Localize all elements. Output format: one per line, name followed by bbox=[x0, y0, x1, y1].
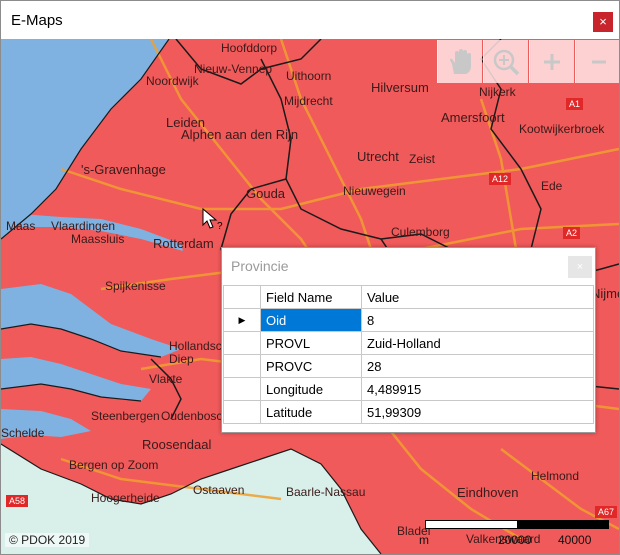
zoom-minus-icon bbox=[592, 60, 606, 64]
column-header-value[interactable]: Value bbox=[361, 285, 594, 309]
place-label: Maas bbox=[6, 219, 36, 233]
row-selector[interactable] bbox=[223, 354, 261, 378]
place-label: Ede bbox=[541, 179, 563, 193]
place-label: Zeist bbox=[409, 152, 436, 166]
place-label: Hilversum bbox=[371, 80, 429, 95]
pan-button[interactable] bbox=[437, 40, 482, 83]
info-dialog: Provincie × Field Name Value ▶ Oid 8 PRO… bbox=[221, 247, 596, 433]
zoom-plus-icon bbox=[544, 54, 560, 70]
place-label: Schelde bbox=[1, 426, 45, 440]
place-label: Eindhoven bbox=[457, 485, 519, 500]
row-selector-arrow-icon[interactable]: ▶ bbox=[223, 308, 261, 332]
svg-text:?: ? bbox=[217, 221, 223, 232]
scale-segment-white bbox=[425, 520, 519, 529]
field-name-cell[interactable]: Latitude bbox=[260, 400, 362, 424]
copyright-label: © PDOK 2019 bbox=[5, 533, 90, 547]
place-label: Hoofddorp bbox=[221, 41, 278, 55]
place-label: Rotterdam bbox=[153, 236, 214, 251]
place-label: Spijkenisse bbox=[105, 279, 166, 293]
place-label: Hoogerheide bbox=[91, 491, 160, 505]
road-shield: A1 bbox=[566, 98, 584, 110]
road-shield: A2 bbox=[563, 227, 581, 239]
place-label: Helmond bbox=[531, 469, 580, 483]
place-label: Nieuw-Vennep bbox=[194, 62, 273, 76]
place-label: Gouda bbox=[246, 186, 286, 201]
place-label: Kootwijkerbroek bbox=[519, 122, 605, 136]
road-shield: A12 bbox=[489, 173, 512, 185]
zoom-in-button[interactable] bbox=[529, 40, 574, 83]
app-window: E-Maps × Hoofddorp Nieuw-Vennep Noordwij… bbox=[0, 0, 620, 555]
grid-row[interactable]: Longitude 4,489915 bbox=[223, 377, 594, 401]
place-label: Noordwijk bbox=[146, 74, 199, 88]
grid-row[interactable]: PROVC 28 bbox=[223, 354, 594, 378]
place-label: Baarle-Nassau bbox=[286, 485, 366, 499]
place-label: Nieuwegein bbox=[343, 184, 406, 198]
place-label: Utrecht bbox=[357, 149, 399, 164]
row-selector[interactable] bbox=[223, 331, 261, 355]
place-label: Vlakte bbox=[149, 372, 183, 386]
attribute-grid: Field Name Value ▶ Oid 8 PROVL Zuid-Holl… bbox=[223, 285, 594, 424]
row-header-corner bbox=[223, 285, 261, 309]
place-label: Roosendaal bbox=[142, 437, 212, 452]
field-value-cell[interactable]: 51,99309 bbox=[361, 400, 594, 424]
place-label: Amersfoort bbox=[441, 110, 505, 125]
road-shield: A58 bbox=[6, 495, 29, 507]
road-shield: A67 bbox=[595, 506, 618, 518]
grid-row[interactable]: Latitude 51,99309 bbox=[223, 400, 594, 424]
place-label: Uithoorn bbox=[286, 69, 332, 83]
place-label: Vlaardingen bbox=[51, 219, 116, 233]
scale-unit-label: m bbox=[419, 533, 429, 547]
zoom-in-magnifier-icon bbox=[493, 49, 520, 76]
window-close-button[interactable]: × bbox=[593, 12, 613, 32]
dialog-close-button[interactable]: × bbox=[568, 256, 592, 278]
row-selector[interactable] bbox=[223, 400, 261, 424]
window-title: E-Maps bbox=[11, 12, 63, 29]
place-label: Bergen op Zoom bbox=[69, 458, 159, 472]
place-label: Ostaaven bbox=[193, 483, 245, 497]
row-selector[interactable] bbox=[223, 377, 261, 401]
help-cursor-icon: ? bbox=[202, 207, 223, 232]
place-label: Culemborg bbox=[391, 225, 450, 239]
grid-row[interactable]: ▶ Oid 8 bbox=[223, 308, 594, 332]
place-label: Steenbergen bbox=[91, 409, 160, 423]
place-label: Oudenbosch bbox=[161, 409, 230, 423]
place-label: 's-Gravenhage bbox=[81, 162, 166, 177]
field-name-cell[interactable]: PROVL bbox=[260, 331, 362, 355]
hand-icon bbox=[450, 49, 471, 74]
place-label: Maassluis bbox=[71, 232, 125, 246]
field-name-cell[interactable]: Longitude bbox=[260, 377, 362, 401]
grid-row[interactable]: PROVL Zuid-Holland bbox=[223, 331, 594, 355]
place-label: Mijdrecht bbox=[284, 94, 333, 108]
field-name-cell[interactable]: Oid bbox=[260, 308, 362, 332]
place-label: Hollandsch bbox=[169, 339, 229, 353]
field-value-cell[interactable]: Zuid-Holland bbox=[361, 331, 594, 355]
dialog-title: Provincie bbox=[231, 258, 289, 274]
field-value-cell[interactable]: 4,489915 bbox=[361, 377, 594, 401]
scale-end-label: 40000 bbox=[558, 533, 592, 547]
title-bar: E-Maps × bbox=[1, 1, 619, 39]
scale-mid-label: 20000 bbox=[498, 533, 532, 547]
scale-bar bbox=[425, 520, 609, 529]
grid-header-row: Field Name Value bbox=[223, 285, 594, 309]
place-label: Alphen aan den Rijn bbox=[181, 127, 299, 142]
field-value-cell[interactable]: 28 bbox=[361, 354, 594, 378]
zoom-out-button[interactable] bbox=[575, 40, 619, 83]
scale-segment-black bbox=[517, 520, 609, 529]
column-header-field-name[interactable]: Field Name bbox=[260, 285, 362, 309]
place-label: Nijkerk bbox=[479, 85, 516, 99]
place-label: Diep bbox=[169, 352, 194, 366]
field-value-cell[interactable]: 8 bbox=[361, 308, 594, 332]
field-name-cell[interactable]: PROVC bbox=[260, 354, 362, 378]
zoom-tool-button[interactable] bbox=[483, 40, 528, 83]
